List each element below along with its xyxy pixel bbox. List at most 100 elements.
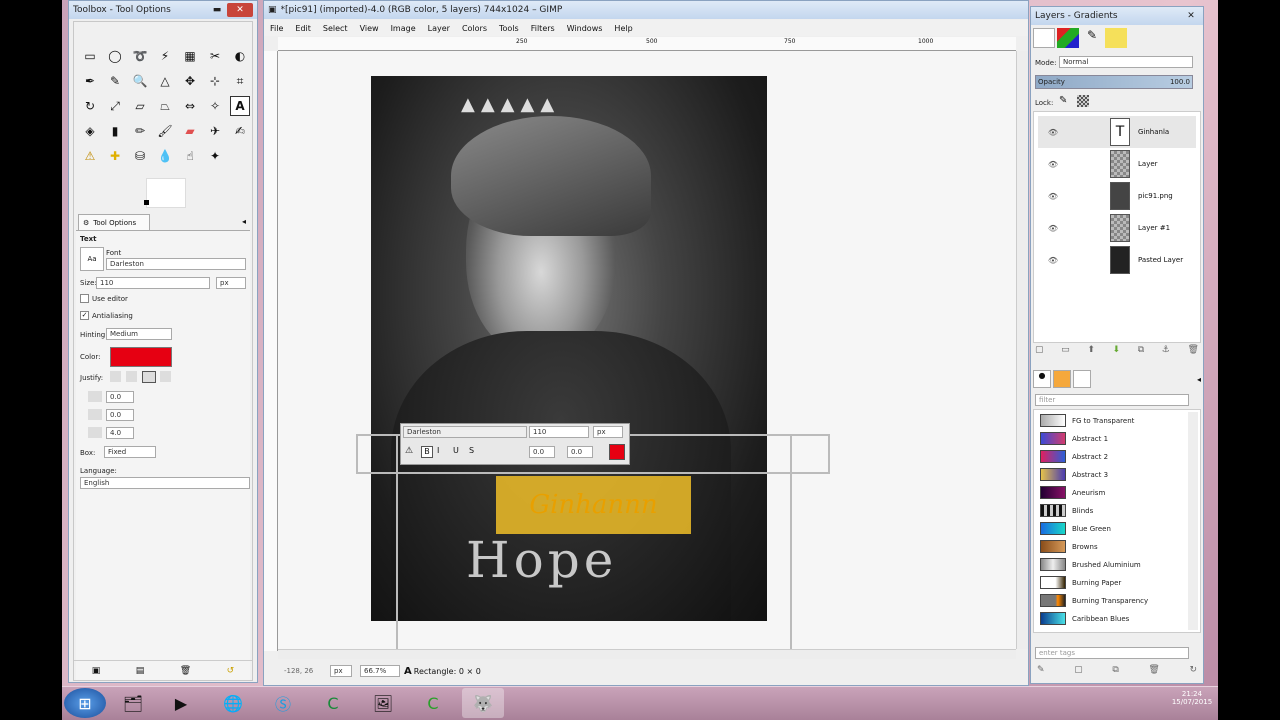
text-toolbar-size[interactable]: 110 (529, 426, 589, 438)
menu-tools[interactable]: Tools (493, 24, 525, 33)
gradient-tags-field[interactable]: enter tags (1035, 647, 1189, 659)
gradients-tab-icon[interactable] (1073, 370, 1091, 388)
delete-options-icon[interactable]: 🗑 (180, 666, 191, 676)
free-select-tool-icon[interactable]: ➰ (130, 46, 150, 66)
smudge-tool-icon[interactable]: ☝ (180, 146, 200, 166)
gradient-item[interactable]: Aneurism (1040, 484, 1174, 501)
visibility-eye-icon[interactable]: 👁 (1044, 256, 1062, 265)
image-titlebar[interactable]: ▣ *[pic91] (imported)-4.0 (RGB color, 5 … (264, 1, 1028, 19)
rect-select-tool-icon[interactable]: ▭ (80, 46, 100, 66)
shear-tool-icon[interactable]: ▱ (130, 96, 150, 116)
unit-select[interactable]: px (330, 665, 352, 677)
lock-alpha-icon[interactable] (1077, 95, 1089, 107)
menu-select[interactable]: Select (317, 24, 354, 33)
blend-tool-icon[interactable]: ▮ (105, 121, 125, 141)
gradient-item[interactable]: Burning Paper (1040, 574, 1174, 591)
gradient-item[interactable]: Blinds (1040, 502, 1174, 519)
move-tool-icon[interactable]: ✥ (180, 71, 200, 91)
paintbrush-tool-icon[interactable]: 🖌 (155, 121, 175, 141)
blur-tool-icon[interactable]: 💧 (155, 146, 175, 166)
menu-colors[interactable]: Colors (456, 24, 493, 33)
taskbar-paint-icon[interactable]: 🖼 (362, 688, 404, 718)
text-tool-icon[interactable]: A (230, 96, 250, 116)
line-spacing-field[interactable]: 0.0 (106, 409, 134, 421)
perspective-tool-icon[interactable]: ⏢ (155, 96, 175, 116)
airbrush-tool-icon[interactable]: ✈ (205, 121, 225, 141)
cage-transform-tool-icon[interactable]: ✧ (205, 96, 225, 116)
font-preview[interactable]: Aa (80, 247, 104, 271)
channels-tab-icon[interactable] (1057, 28, 1079, 48)
menu-windows[interactable]: Windows (561, 24, 609, 33)
duplicate-gradient-icon[interactable]: ⧉ (1112, 665, 1118, 679)
layer-row[interactable]: 👁 T Ginhanla (1038, 116, 1196, 148)
minimize-icon[interactable]: ▬ (209, 3, 225, 17)
layer-name[interactable]: Pasted Layer (1138, 256, 1183, 264)
crop-tool-icon[interactable]: ⌗ (230, 71, 250, 91)
size-unit-select[interactable]: px (216, 277, 246, 289)
menu-filters[interactable]: Filters (525, 24, 561, 33)
flip-tool-icon[interactable]: ⇔ (180, 96, 200, 116)
delete-layer-icon[interactable]: 🗑 (1187, 345, 1198, 361)
edit-gradient-icon[interactable]: ✎ (1037, 665, 1045, 679)
zoom-tool-icon[interactable]: 🔍 (130, 71, 150, 91)
layer-name[interactable]: Layer (1138, 160, 1158, 168)
layer-row[interactable]: 👁 Layer (1038, 148, 1196, 180)
new-layer-icon[interactable]: ▢ (1035, 345, 1044, 361)
taskbar-media-player-icon[interactable]: ▶ (160, 688, 202, 718)
text-toolbar-unit[interactable]: px (593, 426, 623, 438)
taskbar-gimp-icon[interactable]: 🐺 (462, 688, 504, 718)
gradients-menu-icon[interactable]: ◂ (1197, 375, 1201, 384)
use-editor-checkbox[interactable] (80, 294, 89, 303)
heal-tool-icon[interactable]: ✚ (105, 146, 125, 166)
box-select[interactable]: Fixed (104, 446, 156, 458)
align-tool-icon[interactable]: ⊹ (205, 71, 225, 91)
gradient-filter-field[interactable]: filter (1035, 394, 1189, 406)
gradient-item[interactable]: Abstract 1 (1040, 430, 1174, 447)
horizontal-scrollbar[interactable] (278, 649, 1016, 659)
gradient-item[interactable]: Abstract 3 (1040, 466, 1174, 483)
gradient-item[interactable]: FG to Transparent (1040, 412, 1174, 429)
taskbar-clock[interactable]: 21:24 15/07/2015 (1168, 690, 1216, 706)
new-gradient-icon[interactable]: ▢ (1074, 665, 1083, 679)
layer-row[interactable]: 👁 pic91.png (1038, 180, 1196, 212)
menu-edit[interactable]: Edit (289, 24, 317, 33)
reset-colors-icon[interactable] (144, 200, 149, 205)
refresh-gradients-icon[interactable]: ↻ (1189, 665, 1197, 679)
foreground-color-swatch[interactable] (146, 178, 186, 208)
fuzzy-select-tool-icon[interactable]: ⚡ (155, 46, 175, 66)
vertical-scrollbar[interactable] (1016, 51, 1028, 649)
lower-layer-icon[interactable]: ⬇ (1113, 345, 1121, 361)
visibility-eye-icon[interactable]: 👁 (1044, 224, 1062, 233)
taskbar-skype-icon[interactable]: Ⓢ (262, 688, 304, 718)
menu-help[interactable]: Help (608, 24, 638, 33)
horizontal-ruler[interactable]: 250 500 750 1000 (278, 37, 1016, 51)
gradient-item[interactable]: Caribbean Blues (1040, 610, 1174, 627)
ellipse-select-tool-icon[interactable]: ◯ (105, 46, 125, 66)
clone-tool-icon[interactable]: ⚠ (80, 146, 100, 166)
visibility-eye-icon[interactable]: 👁 (1044, 192, 1062, 201)
delete-gradient-icon[interactable]: 🗑 (1148, 665, 1159, 679)
new-layer-group-icon[interactable]: ▭ (1061, 345, 1070, 361)
patterns-tab-icon[interactable] (1053, 370, 1071, 388)
raise-layer-icon[interactable]: ⬆ (1087, 345, 1095, 361)
gradient-item[interactable]: Blue Green (1040, 520, 1174, 537)
layer-name[interactable]: Layer #1 (1138, 224, 1170, 232)
eraser-tool-icon[interactable]: ▰ (180, 121, 200, 141)
gradient-item[interactable]: Burning Transparency (1040, 592, 1174, 609)
color-select-tool-icon[interactable]: ▦ (180, 46, 200, 66)
canvas-area[interactable]: ▲▲▲▲▲ Ginhannn Hope Darleston 110 px ⚠ B… (278, 51, 1016, 649)
menu-layer[interactable]: Layer (422, 24, 456, 33)
menu-image[interactable]: Image (385, 24, 422, 33)
undo-history-tab-icon[interactable] (1105, 28, 1127, 48)
paths-tab-icon[interactable]: ✎ (1081, 28, 1103, 48)
lock-pixels-icon[interactable]: ✎ (1059, 95, 1067, 106)
font-field[interactable]: Darleston (106, 258, 246, 270)
layers-titlebar[interactable]: Layers - Gradients ✕ (1031, 7, 1203, 25)
justify-right-icon[interactable] (126, 371, 137, 382)
ink-tool-icon[interactable]: ✍ (230, 121, 250, 141)
layer-name[interactable]: Ginhanla (1138, 128, 1169, 136)
restore-options-icon[interactable]: ▤ (136, 666, 145, 676)
antialiasing-checkbox[interactable]: ✓ (80, 311, 89, 320)
measure-tool-icon[interactable]: △ (155, 71, 175, 91)
text-strikethrough-icon[interactable]: S (469, 446, 474, 455)
